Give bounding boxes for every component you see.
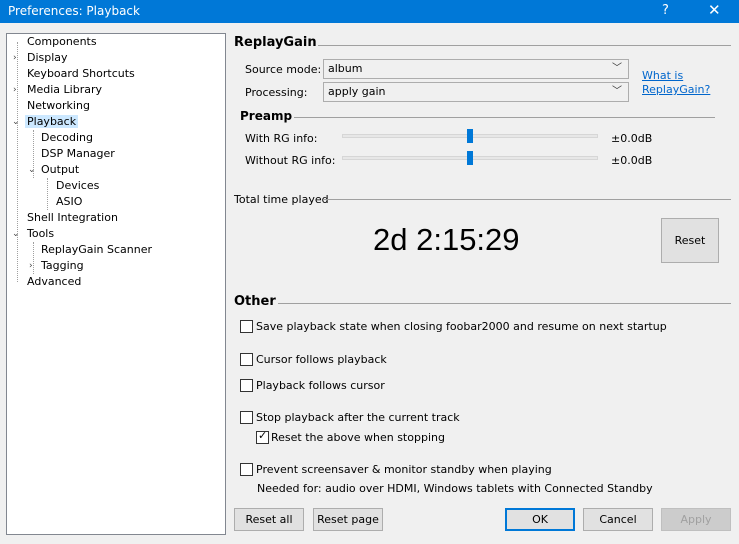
chevron-right-icon[interactable]: › <box>13 82 21 98</box>
cursor-follows-checkbox[interactable] <box>240 353 253 366</box>
section-divider <box>278 303 731 304</box>
reset-all-button[interactable]: Reset all <box>234 508 304 531</box>
reset-above-label[interactable]: Reset the above when stopping <box>271 431 445 444</box>
help-button[interactable]: ? <box>662 3 669 18</box>
tree-item-decoding[interactable]: Decoding <box>41 130 93 146</box>
tree-item-replaygain-scanner[interactable]: ReplayGain Scanner <box>41 242 152 258</box>
with-rg-value: ±0.0dB <box>611 132 653 145</box>
chevron-down-icon[interactable]: ⌄ <box>28 162 36 178</box>
replaygain-heading: ReplayGain <box>234 35 317 50</box>
source-mode-value: album <box>328 62 363 75</box>
tree-item-media-library[interactable]: Media Library <box>27 82 102 98</box>
tree-item-keyboard-shortcuts[interactable]: Keyboard Shortcuts <box>27 66 135 82</box>
section-divider <box>318 45 731 46</box>
tree-item-advanced[interactable]: Advanced <box>27 274 81 290</box>
reset-page-button[interactable]: Reset page <box>313 508 383 531</box>
total-time-value: 2d 2:15:29 <box>373 222 520 257</box>
chevron-right-icon[interactable]: › <box>13 50 21 66</box>
what-is-replaygain-link[interactable]: What is ReplayGain? <box>642 69 710 97</box>
stop-after-label[interactable]: Stop playback after the current track <box>256 411 460 424</box>
source-mode-select[interactable]: album ﹀ <box>323 59 629 79</box>
chevron-down-icon[interactable]: ⌄ <box>12 226 20 242</box>
tree-item-display[interactable]: Display <box>27 50 68 66</box>
tree-item-playback[interactable]: Playback <box>25 114 79 130</box>
section-divider <box>294 117 715 118</box>
prevent-screensaver-label[interactable]: Prevent screensaver & monitor standby wh… <box>256 463 552 476</box>
ok-button[interactable]: OK <box>505 508 575 531</box>
save-state-checkbox[interactable] <box>240 320 253 333</box>
tree-line <box>47 178 48 210</box>
tree-item-networking[interactable]: Networking <box>27 98 90 114</box>
title-bar: Preferences: Playback ? ✕ <box>0 0 739 23</box>
with-rg-slider-thumb[interactable] <box>467 129 473 143</box>
tree-item-shell-integration[interactable]: Shell Integration <box>27 210 118 226</box>
tree-line <box>17 42 18 282</box>
processing-select[interactable]: apply gain ﹀ <box>323 82 629 102</box>
window-title: Preferences: Playback <box>8 4 140 18</box>
preamp-heading: Preamp <box>240 109 293 123</box>
without-rg-value: ±0.0dB <box>611 154 653 167</box>
reset-total-time-button[interactable]: Reset <box>661 218 719 263</box>
prevent-screensaver-checkbox[interactable] <box>240 463 253 476</box>
stop-after-checkbox[interactable] <box>240 411 253 424</box>
chevron-down-icon: ﹀ <box>612 86 622 97</box>
total-time-label: Total time played <box>234 193 329 206</box>
needed-for-note: Needed for: audio over HDMI, Windows tab… <box>257 482 653 495</box>
with-rg-label: With RG info: <box>245 132 318 145</box>
chevron-right-icon[interactable]: › <box>29 258 37 274</box>
playback-follows-label[interactable]: Playback follows cursor <box>256 379 385 392</box>
preferences-tree[interactable]: Components › Display Keyboard Shortcuts … <box>6 33 226 535</box>
tree-item-components[interactable]: Components <box>27 34 97 50</box>
cancel-button[interactable]: Cancel <box>583 508 653 531</box>
cursor-follows-label[interactable]: Cursor follows playback <box>256 353 387 366</box>
processing-label: Processing: <box>245 86 308 99</box>
playback-follows-checkbox[interactable] <box>240 379 253 392</box>
reset-above-checkbox[interactable] <box>256 429 269 444</box>
tree-item-tagging[interactable]: Tagging <box>41 258 84 274</box>
section-divider <box>324 199 731 200</box>
source-mode-label: Source mode: <box>245 63 322 76</box>
playback-settings-panel: ReplayGain Source mode: album ﹀ Processi… <box>226 23 739 544</box>
tree-item-asio[interactable]: ASIO <box>56 194 82 210</box>
processing-value: apply gain <box>328 85 386 98</box>
tree-item-output[interactable]: Output <box>41 162 79 178</box>
without-rg-slider-thumb[interactable] <box>467 151 473 165</box>
tree-item-tools[interactable]: Tools <box>27 226 54 242</box>
apply-button[interactable]: Apply <box>661 508 731 531</box>
tree-item-devices[interactable]: Devices <box>56 178 99 194</box>
without-rg-label: Without RG info: <box>245 154 336 167</box>
other-heading: Other <box>234 294 276 309</box>
save-state-label[interactable]: Save playback state when closing foobar2… <box>256 320 667 333</box>
chevron-down-icon: ﹀ <box>612 63 622 74</box>
chevron-down-icon[interactable]: ⌄ <box>12 114 20 130</box>
close-button[interactable]: ✕ <box>708 1 721 19</box>
tree-item-dsp-manager[interactable]: DSP Manager <box>41 146 115 162</box>
